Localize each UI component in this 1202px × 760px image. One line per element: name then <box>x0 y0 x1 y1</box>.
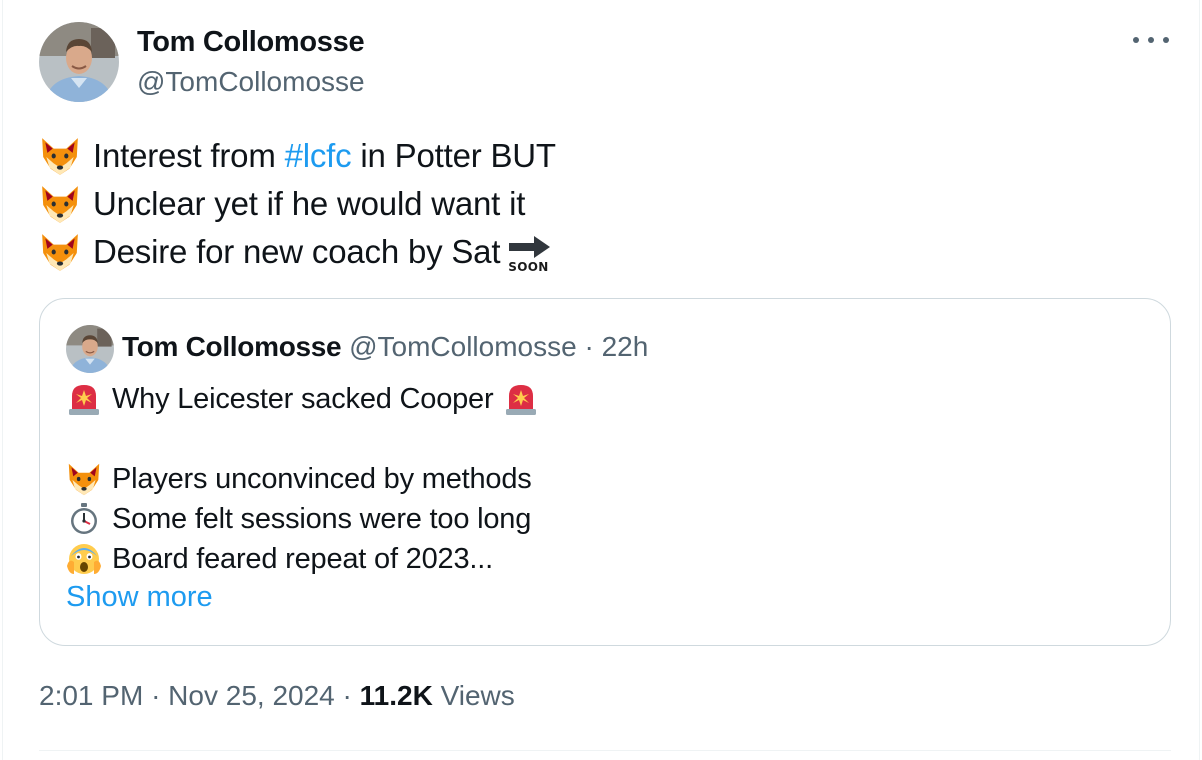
quoted-separator: · <box>584 331 594 362</box>
views-label[interactable]: Views <box>441 680 515 711</box>
tweet-card: Tom Collomosse @TomCollomosse Interest f… <box>2 0 1200 760</box>
stopwatch-icon <box>66 502 102 536</box>
author-handle[interactable]: @TomCollomosse <box>137 66 365 98</box>
tweet-meta: 2:01 PM · Nov 25, 2024 · 11.2K Views <box>39 680 515 712</box>
fox-icon <box>39 184 81 224</box>
avatar[interactable] <box>39 22 119 102</box>
tweet-line: Interest from #lcfc in Potter BUT <box>39 132 1159 180</box>
meta-separator: · <box>151 680 161 711</box>
hashtag-link[interactable]: #lcfc <box>285 137 352 175</box>
views-count[interactable]: 11.2K <box>360 680 433 711</box>
quoted-header: Tom Collomosse @TomCollomosse · 22h <box>122 331 648 363</box>
more-dot <box>1163 37 1169 43</box>
divider <box>39 750 1171 751</box>
tweet-time[interactable]: 2:01 PM <box>39 680 143 711</box>
quoted-avatar-image <box>66 325 114 373</box>
quoted-author-name[interactable]: Tom Collomosse <box>122 331 342 362</box>
tweet-line: Unclear yet if he would want it <box>39 180 1159 228</box>
police-light-icon <box>503 382 539 416</box>
quoted-line: Board feared repeat of 2023... <box>66 539 1146 579</box>
quoted-avatar[interactable] <box>66 325 114 373</box>
author-name[interactable]: Tom Collomosse <box>137 26 365 59</box>
tweet-line: Desire for new coach by Sat SOON <box>39 228 1159 276</box>
fox-icon <box>39 232 81 272</box>
screaming-face-icon <box>66 542 102 576</box>
quoted-line-text: Players unconvinced by methods <box>112 462 532 495</box>
tweet-text: Interest from #lcfc in Potter BUT Unclea… <box>39 132 1159 276</box>
quoted-author-handle[interactable]: @TomCollomosse <box>349 331 577 362</box>
fox-icon <box>39 136 81 176</box>
line-spacer <box>66 419 1146 459</box>
quoted-line-text: Board feared repeat of 2023... <box>112 542 493 575</box>
tweet-line-text: Interest from <box>93 137 285 174</box>
tweet-date[interactable]: Nov 25, 2024 <box>168 680 335 711</box>
more-options-icon[interactable] <box>1133 28 1169 52</box>
tweet-line-text: Unclear yet if he would want it <box>93 185 526 222</box>
quoted-text: Why Leicester sacked Cooper Players unco… <box>66 379 1146 579</box>
quoted-tweet[interactable]: Tom Collomosse @TomCollomosse · 22h Why … <box>39 298 1171 646</box>
soon-label: SOON <box>508 260 549 274</box>
more-dot <box>1148 37 1154 43</box>
tweet-line-text: Desire for new coach by Sat <box>93 233 501 270</box>
police-light-icon <box>66 382 102 416</box>
meta-separator: · <box>342 680 352 711</box>
quoted-line-text: Some felt sessions were too long <box>112 502 532 535</box>
avatar-image <box>39 22 119 102</box>
quoted-time[interactable]: 22h <box>602 331 649 362</box>
soon-arrow-icon: SOON <box>506 234 554 278</box>
tweet-line-text: in Potter BUT <box>351 137 556 174</box>
quoted-line: Players unconvinced by methods <box>66 459 1146 499</box>
quoted-headline: Why Leicester sacked Cooper <box>66 379 1146 419</box>
fox-icon <box>66 462 102 496</box>
more-dot <box>1133 37 1139 43</box>
quoted-headline-text: Why Leicester sacked Cooper <box>112 382 494 415</box>
quoted-line: Some felt sessions were too long <box>66 499 1146 539</box>
show-more-link[interactable]: Show more <box>66 581 213 614</box>
